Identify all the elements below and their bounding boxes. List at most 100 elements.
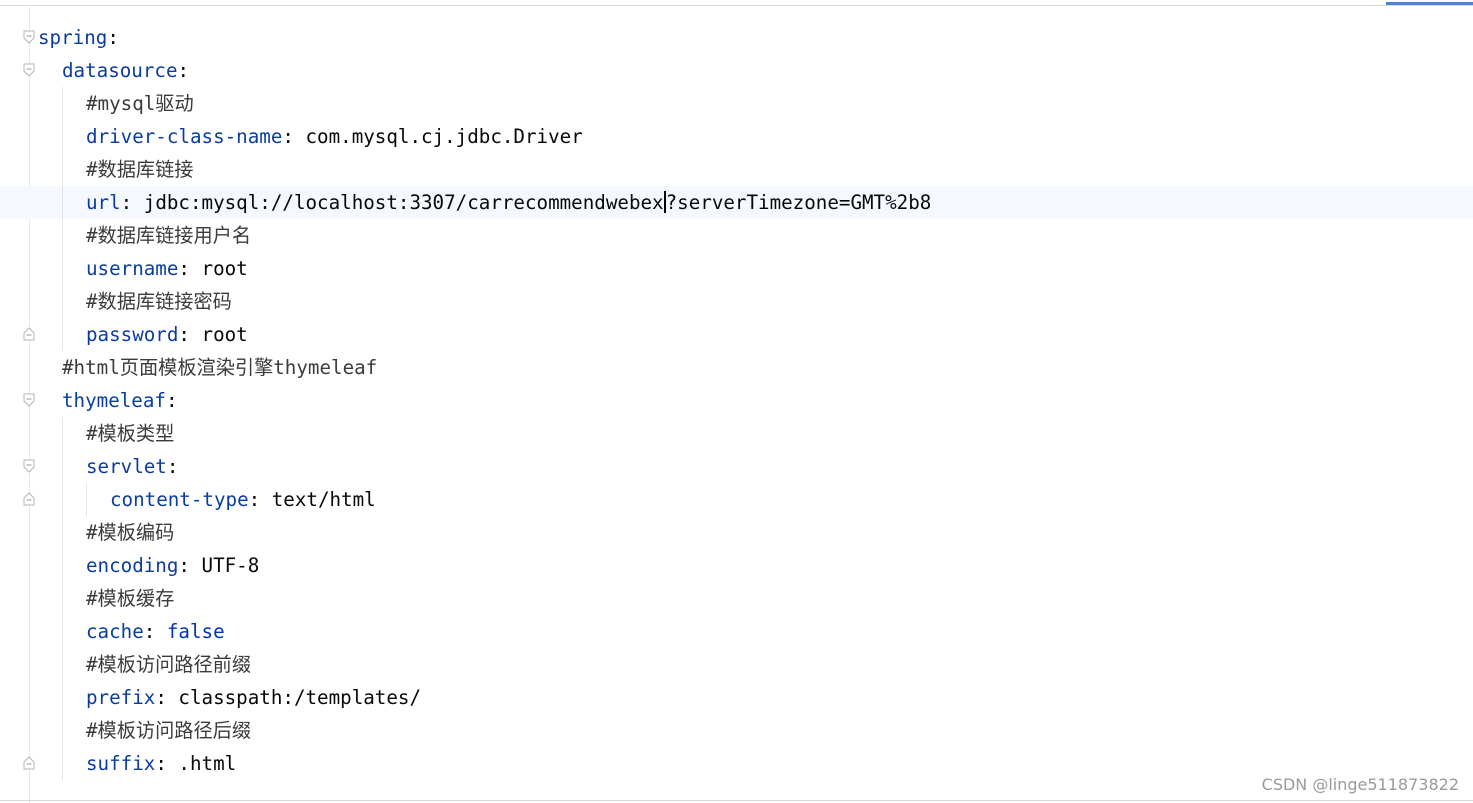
indent-guide [86,483,87,516]
indent-guide [62,549,63,582]
code-text: encoding: UTF-8 [86,549,259,582]
code-line[interactable]: prefix: classpath:/templates/ [0,681,1473,714]
fold-open-icon[interactable] [23,30,35,44]
yaml-key: suffix [86,752,156,775]
yaml-value: text/html [271,488,376,511]
indent-guide [62,252,63,285]
indent-guide [62,450,63,483]
yaml-key: url [86,191,121,214]
yaml-key: driver-class-name [86,125,283,148]
code-line[interactable]: #数据库链接密码 [0,285,1473,318]
yaml-boolean-value: false [166,620,225,643]
code-line[interactable]: #模板访问路径后缀 [0,714,1473,747]
fold-end-icon[interactable] [23,492,35,506]
yaml-key: servlet [86,455,167,478]
yaml-separator: : [178,257,202,280]
code-line[interactable]: username: root [0,252,1473,285]
code-line[interactable]: #模板类型 [0,417,1473,450]
code-line[interactable]: suffix: .html [0,747,1473,780]
code-text: username: root [86,252,248,285]
yaml-key: encoding [86,554,179,577]
yaml-key: thymeleaf [62,389,166,412]
indent-guide [62,483,63,516]
yaml-key: spring [38,26,108,49]
indent-guide [62,681,63,714]
indent-guide [62,516,63,549]
code-line[interactable]: #模板缓存 [0,582,1473,615]
code-line[interactable]: #mysql驱动 [0,87,1473,120]
indent-guide [62,417,63,450]
code-text: prefix: classpath:/templates/ [86,681,421,714]
indent-guide [62,219,63,252]
code-editor[interactable]: spring: datasource: #mysql驱动 driver-clas… [0,0,1473,803]
code-line[interactable]: #数据库链接用户名 [0,219,1473,252]
yaml-value: jdbc:mysql://localhost:3307/carrecommend… [143,191,664,214]
code-text: suffix: .html [86,747,236,780]
yaml-comment: #模板类型 [86,422,175,445]
yaml-key: prefix [86,686,156,709]
yaml-comment: #数据库链接用户名 [86,224,252,247]
code-text: datasource: [62,54,189,87]
fold-end-icon[interactable] [23,756,35,770]
code-line[interactable]: #html页面模板渲染引擎thymeleaf [0,351,1473,384]
indent-guide [62,285,63,318]
yaml-separator: : [177,59,190,82]
indent-guide [62,615,63,648]
indent-guide [62,648,63,681]
yaml-value: com.mysql.cj.jdbc.Driver [305,125,583,148]
fold-open-icon[interactable] [23,63,35,77]
code-line[interactable]: cache: false [0,615,1473,648]
code-line[interactable]: datasource: [0,54,1473,87]
yaml-separator: : [178,323,202,346]
code-line[interactable]: password: root [0,318,1473,351]
fold-open-icon[interactable] [23,393,35,407]
code-text: url: jdbc:mysql://localhost:3307/carreco… [86,186,931,219]
yaml-separator: : [166,455,179,478]
yaml-comment: #html页面模板渲染引擎thymeleaf [62,356,378,379]
yaml-key: password [86,323,179,346]
scroll-position-marker[interactable] [1386,2,1473,5]
code-text: thymeleaf: [62,384,178,417]
code-line[interactable]: encoding: UTF-8 [0,549,1473,582]
yaml-separator: : [165,389,178,412]
yaml-comment: #数据库链接 [86,158,194,181]
yaml-separator: : [178,554,202,577]
indent-guide [62,747,63,780]
yaml-separator: : [143,620,167,643]
code-text: servlet: [86,450,178,483]
yaml-key: username [86,257,179,280]
code-text: cache: false [86,615,225,648]
code-text: password: root [86,318,248,351]
indent-guide [62,87,63,120]
watermark: CSDN @linge511873822 [1261,775,1459,794]
indent-guide [62,714,63,747]
code-text: spring: [38,21,119,54]
fold-end-icon[interactable] [23,327,35,341]
yaml-value: ?serverTimezone=GMT%2b8 [665,191,932,214]
code-line[interactable]: #模板访问路径前缀 [0,648,1473,681]
yaml-comment: #模板访问路径后缀 [86,719,252,742]
indent-guide [62,582,63,615]
indent-guide [62,153,63,186]
code-line[interactable]: content-type: text/html [0,483,1473,516]
indent-guide [62,186,63,219]
code-line[interactable]: thymeleaf: [0,384,1473,417]
code-area[interactable]: spring: datasource: #mysql驱动 driver-clas… [0,21,1473,780]
yaml-key: content-type [110,488,249,511]
code-line-current[interactable]: url: jdbc:mysql://localhost:3307/carreco… [0,186,1473,219]
code-line[interactable]: spring: [0,21,1473,54]
code-line[interactable]: #模板编码 [0,516,1473,549]
code-line[interactable]: driver-class-name: com.mysql.cj.jdbc.Dri… [0,120,1473,153]
yaml-comment: #mysql驱动 [86,92,194,115]
indent-guide [62,318,63,351]
fold-open-icon[interactable] [23,459,35,473]
code-text: content-type: text/html [110,483,376,516]
code-line[interactable]: servlet: [0,450,1473,483]
yaml-comment: #模板访问路径前缀 [86,653,252,676]
yaml-separator: : [155,686,179,709]
yaml-separator: : [155,752,179,775]
editor-bottom-border [0,800,1473,801]
yaml-separator: : [120,191,144,214]
code-line[interactable]: #数据库链接 [0,153,1473,186]
yaml-comment: #模板编码 [86,521,175,544]
